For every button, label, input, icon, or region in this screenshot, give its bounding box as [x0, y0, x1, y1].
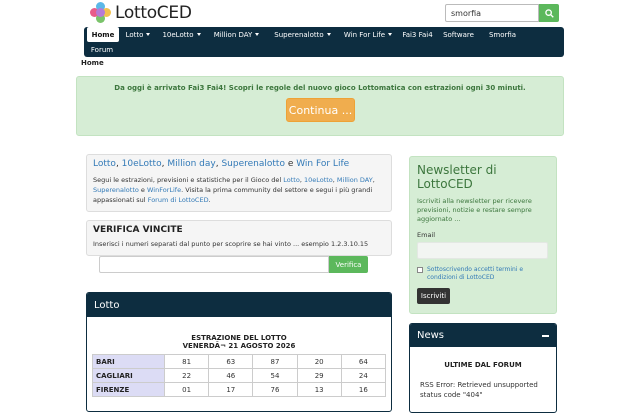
- drawn-number: 24: [340, 368, 387, 383]
- consent-checkbox[interactable]: [417, 267, 423, 273]
- email-label: Email: [417, 231, 436, 239]
- draw-title-line: ESTRAZIONE DEL LOTTO: [191, 334, 287, 342]
- verifica-vincite-panel: VERIFICA VINCITE Inserisci i numeri sepa…: [86, 220, 392, 256]
- nav-fai3-fai4[interactable]: Fai3 Fai4: [401, 27, 434, 42]
- nav-smorfia[interactable]: Smorfia: [484, 27, 521, 42]
- title-separator: e: [284, 159, 297, 169]
- news-subheading: ULTIME DAL FORUM: [444, 361, 522, 369]
- intro-panel: Lotto, 10eLotto, Million day, Superenalo…: [86, 154, 392, 212]
- intro-text: .: [208, 196, 211, 204]
- wheel-name: BARI: [92, 354, 165, 369]
- wheel-name: FIRENZE: [92, 382, 165, 397]
- lotto-panel: Lotto ESTRAZIONE DEL LOTTO VENERDÃ¬ 21 A…: [86, 292, 392, 412]
- link-winforlife[interactable]: WinForLife: [147, 186, 181, 194]
- drawn-number: 54: [252, 368, 298, 383]
- intro-title-link-million-day[interactable]: Million day: [167, 159, 215, 169]
- nav-lotto[interactable]: Lotto: [122, 27, 154, 42]
- nav-software[interactable]: Software: [442, 27, 475, 42]
- news-panel-heading: News: [410, 324, 556, 347]
- intro-title-link-win-for-life[interactable]: Win For Life: [296, 159, 349, 169]
- drawn-number: 29: [296, 368, 342, 383]
- caret-down-icon: [255, 33, 260, 36]
- caret-down-icon: [196, 33, 201, 36]
- drawn-number: 16: [340, 382, 387, 397]
- consent-row: Sottoscrivendo accetti termini e condizi…: [417, 266, 549, 282]
- collapse-minus-icon[interactable]: [542, 334, 549, 337]
- caret-down-icon: [146, 33, 151, 36]
- drawn-number: 81: [163, 354, 210, 369]
- nav-10elotto[interactable]: 10eLotto: [160, 27, 203, 42]
- logo-text: LottoCED: [115, 3, 192, 23]
- intro-title: Lotto, 10eLotto, Million day, Superenalo…: [93, 158, 385, 171]
- alert-text: Da oggi è arrivato Fai3 Fai4! Scopri le …: [114, 84, 526, 92]
- verifica-hint: Inserisci i numeri separati dal punto pe…: [93, 240, 369, 248]
- intro-title-link-10elotto[interactable]: 10eLotto: [122, 159, 162, 169]
- drawn-number: 20: [296, 354, 342, 369]
- link-million-day[interactable]: Million DAY: [337, 176, 373, 184]
- nav-million-day[interactable]: Million DAY: [209, 27, 264, 42]
- rss-error-text: RSS Error: Retrieved unsupported status …: [420, 381, 538, 399]
- intro-title-link-superenalotto[interactable]: Superenalotto: [221, 159, 285, 169]
- link-superenalotto[interactable]: Superenalotto: [93, 186, 139, 194]
- lotto-panel-heading: Lotto: [87, 293, 391, 317]
- lotto-heading-text: Lotto: [94, 299, 120, 311]
- newsletter-title: Newsletter di LottoCED: [417, 163, 497, 191]
- search-icon: [544, 8, 554, 18]
- consent-link[interactable]: Sottoscrivendo accetti termini e condizi…: [427, 266, 549, 282]
- search-input[interactable]: [445, 4, 539, 22]
- nav-win-for-life[interactable]: Win For Life: [340, 27, 396, 42]
- drawn-number: 17: [208, 382, 254, 397]
- nav-superenalotto[interactable]: Superenalotto: [271, 27, 334, 42]
- link-forum[interactable]: Forum di LottoCED: [148, 196, 209, 204]
- drawn-number: 46: [208, 368, 254, 383]
- breadcrumb: Home: [81, 59, 104, 67]
- continue-button[interactable]: Continua ...: [286, 98, 355, 122]
- drawn-number: 87: [252, 354, 298, 369]
- drawn-number: 76: [252, 382, 298, 397]
- verifica-button[interactable]: Verifica: [329, 256, 368, 273]
- draw-results-table: BARI 81 63 87 20 64 CAGLIARI 22 46 54 29…: [92, 354, 387, 397]
- intro-text: Segui le estrazioni, previsioni e statis…: [93, 176, 284, 184]
- email-field[interactable]: [417, 242, 548, 259]
- intro-text: ,: [372, 176, 375, 184]
- search-button[interactable]: [539, 4, 559, 22]
- nav-home[interactable]: Home: [87, 27, 119, 42]
- nav-forum[interactable]: Forum: [87, 42, 117, 57]
- verifica-numbers-input[interactable]: [99, 256, 329, 273]
- announcement-alert: Da oggi è arrivato Fai3 Fai4! Scopri le …: [76, 76, 564, 136]
- subscribe-button[interactable]: Iscriviti: [417, 288, 450, 304]
- wheel-name: CAGLIARI: [92, 368, 165, 383]
- caret-down-icon: [388, 33, 393, 36]
- table-row: CAGLIARI 22 46 54 29 24: [92, 368, 387, 383]
- caret-down-icon: [326, 33, 331, 36]
- news-heading-text: News: [417, 330, 445, 341]
- intro-title-link-lotto[interactable]: Lotto: [93, 159, 116, 169]
- drawn-number: 22: [163, 368, 210, 383]
- drawn-number: 01: [163, 382, 210, 397]
- intro-text: e: [138, 186, 147, 194]
- link-lotto[interactable]: Lotto: [283, 176, 300, 184]
- main-navbar: Home Lotto 10eLotto Million DAY Superena…: [84, 27, 564, 57]
- newsletter-text: Iscriviti alla newsletter per ricevere p…: [417, 197, 532, 223]
- drawn-number: 63: [208, 354, 254, 369]
- drawn-number: 13: [296, 382, 342, 397]
- lotto-balls-logo-icon: [90, 2, 112, 24]
- link-10elotto[interactable]: 10eLotto: [304, 176, 333, 184]
- newsletter-panel: Newsletter di LottoCED Iscriviti alla ne…: [409, 156, 557, 314]
- drawn-number: 64: [340, 354, 387, 369]
- intro-body: Segui le estrazioni, previsioni e statis…: [93, 175, 385, 205]
- draw-date: VENERDÃ¬ 21 AGOSTO 2026: [182, 342, 296, 350]
- draw-title: ESTRAZIONE DEL LOTTO VENERDÃ¬ 21 AGOSTO …: [87, 334, 391, 350]
- site-logo[interactable]: LottoCED: [90, 2, 192, 24]
- table-row: FIRENZE 01 17 76 13 16: [92, 382, 387, 397]
- table-row: BARI 81 63 87 20 64: [92, 354, 387, 369]
- verifica-title: VERIFICA VINCITE: [93, 225, 183, 235]
